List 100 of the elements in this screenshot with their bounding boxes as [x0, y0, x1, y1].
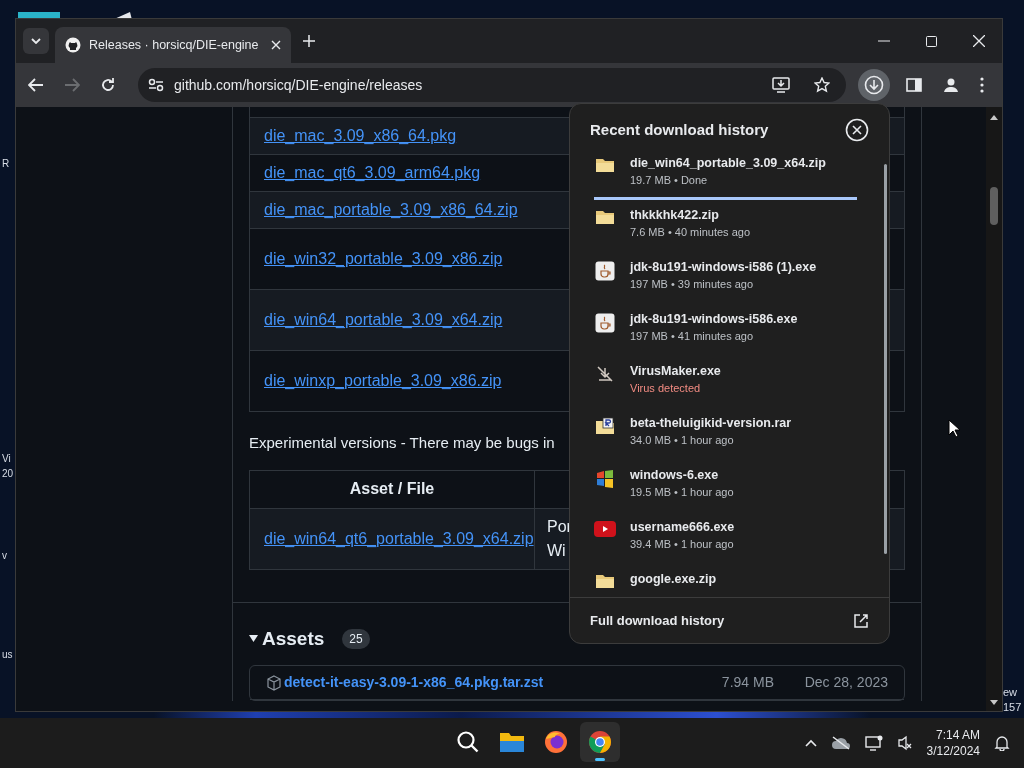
- site-settings-icon[interactable]: [148, 78, 164, 92]
- panel-title: Recent download history: [590, 119, 770, 140]
- desktop-icon-label: 157: [1003, 701, 1022, 714]
- file-date: Dec 28, 2023: [803, 673, 888, 692]
- notification-bell-icon[interactable]: [994, 735, 1010, 751]
- network-icon[interactable]: [864, 735, 883, 751]
- warning-text: Virus detected: [630, 381, 702, 396]
- address-bar[interactable]: github.com/horsicq/DIE-engine/releases: [138, 68, 846, 102]
- download-status: 39.4 MB • 1 hour ago: [630, 537, 735, 552]
- download-item[interactable]: google.exe.zip: [570, 566, 881, 597]
- folder-icon: [595, 209, 615, 225]
- scroll-thumb[interactable]: [990, 187, 998, 225]
- experimental-note: Experimental versions - There may be bugs in: [249, 433, 555, 453]
- download-item[interactable]: jdk-8u191-windows-i586 (1).exe 197 MB • 39 minutes ago: [570, 254, 881, 306]
- tab-title: Releases · horsicq/DIE-engine: [89, 36, 260, 54]
- download-status: 34.0 MB • 1 hour ago: [630, 433, 735, 448]
- download-status: 197 MB • 41 minutes ago: [630, 329, 755, 344]
- chevron-up-icon[interactable]: [804, 739, 817, 747]
- reload-icon[interactable]: [100, 77, 116, 93]
- folder-icon: [595, 157, 615, 173]
- download-status: 197 MB • 39 minutes ago: [630, 277, 755, 292]
- file-link[interactable]: die_mac_qt6_3.09_arm64.pkg: [264, 161, 481, 185]
- java-cup-icon: [595, 261, 615, 281]
- install-app-icon[interactable]: [772, 77, 790, 93]
- side-panel-icon[interactable]: [906, 78, 922, 92]
- asset-count: 25: [342, 628, 370, 649]
- chrome-icon: [588, 730, 612, 754]
- menu-icon[interactable]: [980, 77, 984, 93]
- desktop-icon-label: R: [2, 157, 10, 170]
- file-link[interactable]: die_mac_3.09_x86_64.pkg: [264, 124, 457, 148]
- column-header: Asset / File: [250, 470, 535, 508]
- close-window-icon[interactable]: [973, 35, 985, 47]
- file-name: username666.exe: [630, 519, 736, 536]
- back-arrow-icon[interactable]: [28, 78, 44, 92]
- file-link[interactable]: die_winxp_portable_3.09_x86.zip: [264, 369, 502, 393]
- browser-tab[interactable]: Releases · horsicq/DIE-engine: [55, 27, 291, 63]
- java-cup-icon: [595, 313, 615, 333]
- download-status: 19.5 MB • 1 hour ago: [630, 485, 735, 500]
- download-item[interactable]: thkkkhk422.zip 7.6 MB • 40 minutes ago: [570, 202, 881, 254]
- folder-icon: [499, 731, 525, 753]
- url-text: github.com/horsicq/DIE-engine/releases: [174, 75, 424, 95]
- download-item[interactable]: windows-6.exe 19.5 MB • 1 hour ago: [570, 462, 881, 514]
- scroll-up-icon[interactable]: [990, 115, 998, 120]
- file-name: die_win64_portable_3.09_x64.zip: [630, 155, 827, 172]
- firefox-icon: [544, 730, 568, 754]
- scrollbar[interactable]: [986, 107, 1002, 711]
- desktop-icon-label: ew: [1003, 686, 1018, 699]
- blocked-file-icon: [596, 365, 614, 383]
- new-tab-icon[interactable]: [303, 35, 315, 47]
- download-item[interactable]: die_win64_portable_3.09_x64.zip 19.7 MB • Done: [570, 150, 881, 202]
- desktop-icon-label: 20: [2, 467, 14, 480]
- file-name: jdk-8u191-windows-i586.exe: [630, 311, 799, 328]
- file-size: 7.94 MB: [720, 673, 774, 692]
- table-cell-text: Wi: [547, 540, 567, 561]
- close-icon[interactable]: [845, 118, 869, 142]
- expand-triangle-icon[interactable]: [249, 634, 258, 644]
- file-link[interactable]: die_win32_portable_3.09_x86.zip: [264, 247, 503, 271]
- full-history-link[interactable]: Full download history: [570, 597, 889, 643]
- table-cell-text: Por: [547, 516, 572, 537]
- asset-link[interactable]: detect-it-easy-3.09-1-x86_64.pkg.tar.zst: [284, 672, 692, 693]
- tab-search-button[interactable]: [23, 28, 49, 54]
- chevron-down-icon: [31, 38, 41, 44]
- desktop-icon-label: v: [2, 549, 7, 562]
- package-icon: [266, 674, 282, 691]
- file-name: windows-6.exe: [630, 467, 720, 484]
- maximize-icon[interactable]: [926, 35, 937, 47]
- file-name: google.exe.zip: [630, 571, 718, 588]
- desktop-icon-label: us: [2, 648, 13, 661]
- panel-scrollbar[interactable]: [883, 164, 887, 554]
- assets-heading[interactable]: Assets: [262, 624, 325, 653]
- file-link[interactable]: die_win64_qt6_portable_3.09_x64.zip: [264, 526, 534, 551]
- file-name: thkkkhk422.zip: [630, 207, 720, 224]
- folder-icon: [595, 573, 615, 589]
- file-link[interactable]: die_mac_portable_3.09_x86_64.zip: [264, 198, 518, 222]
- desktop-icon-label: Vi: [2, 452, 11, 465]
- clock[interactable]: 7:14 AM 3/12/2024: [926, 727, 980, 759]
- mouse-cursor-icon: [948, 419, 960, 438]
- archive-folder-icon: [595, 417, 615, 435]
- download-icon: [864, 75, 884, 95]
- open-external-icon: [853, 612, 869, 629]
- play-button-icon: [594, 521, 616, 537]
- file-link[interactable]: die_win64_portable_3.09_x64.zip: [264, 308, 503, 332]
- scroll-down-icon[interactable]: [990, 700, 998, 705]
- download-item[interactable]: beta-theluigikid-version.rar 34.0 MB • 1 hour ago: [570, 410, 881, 462]
- profile-icon[interactable]: [942, 76, 960, 94]
- close-icon[interactable]: [271, 40, 281, 50]
- cloud-off-icon[interactable]: [830, 736, 851, 750]
- download-item[interactable]: jdk-8u191-windows-i586.exe 197 MB • 41 minutes ago: [570, 306, 881, 358]
- windows-flag-icon: [595, 469, 615, 489]
- speaker-muted-icon[interactable]: [896, 735, 913, 751]
- taskbar-app-button[interactable]: [580, 722, 620, 762]
- download-item[interactable]: username666.exe 39.4 MB • 1 hour ago: [570, 514, 881, 566]
- download-item[interactable]: VirusMaker.exe Virus detected: [570, 358, 881, 410]
- downloads-button[interactable]: [858, 69, 890, 101]
- star-icon[interactable]: [814, 77, 830, 93]
- download-status: 7.6 MB • 40 minutes ago: [630, 225, 752, 240]
- github-logo-icon: [65, 37, 81, 53]
- search-icon: [456, 730, 480, 754]
- download-status: 19.7 MB • Done: [630, 173, 709, 188]
- file-name: jdk-8u191-windows-i586 (1).exe: [630, 259, 818, 276]
